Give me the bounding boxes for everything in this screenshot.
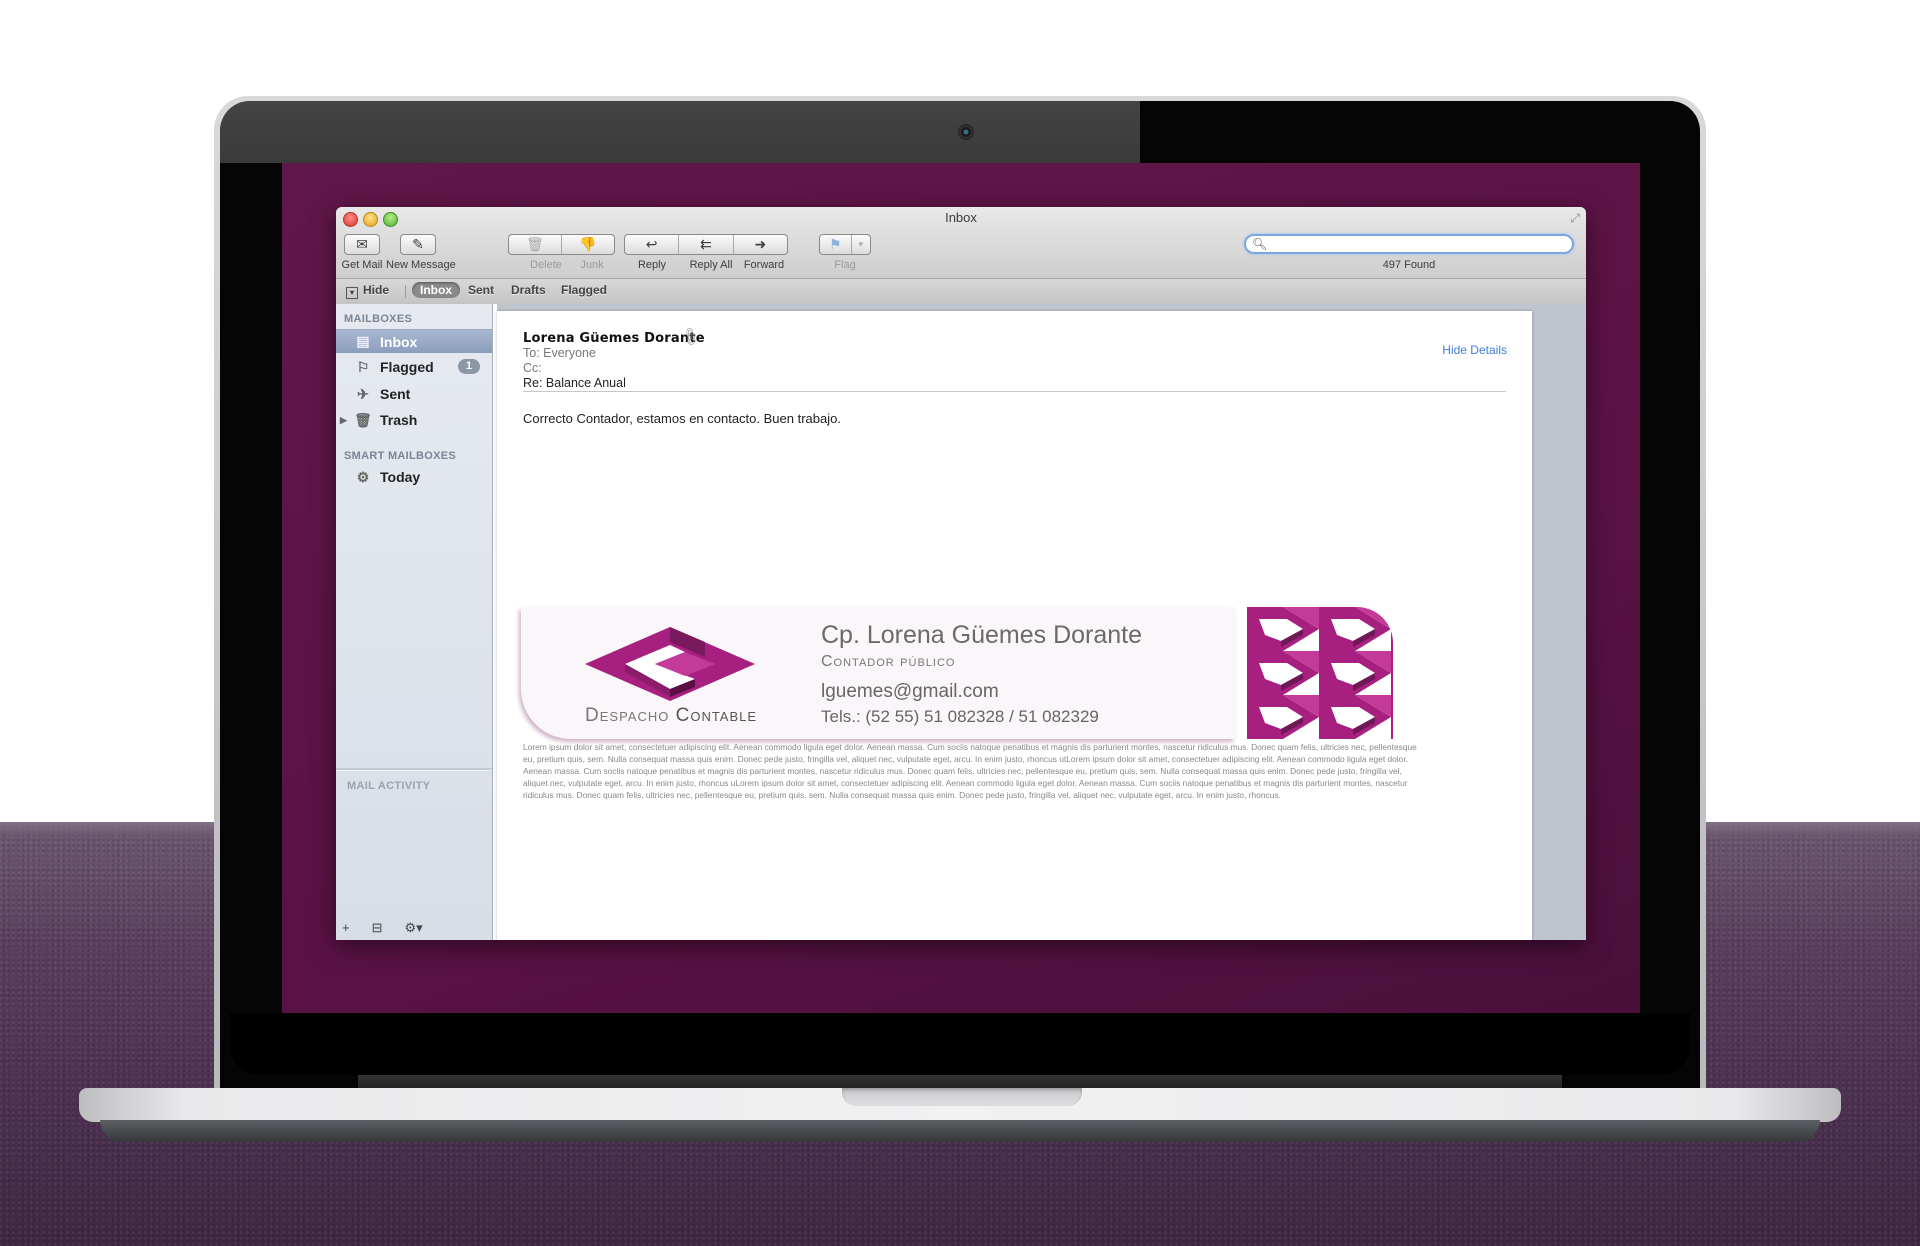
compose-icon: ✎ bbox=[412, 236, 424, 252]
trash-icon: 🗑 bbox=[526, 236, 544, 252]
message-pane: Lorena Güemes Dorante 📎︎ To: Everyone Cc… bbox=[497, 304, 1586, 940]
window-toolbar: Inbox ⤢ ✉ Get Mail ✎ New Message 🗑 👎 Del… bbox=[336, 207, 1586, 304]
lid-open-notch bbox=[842, 1088, 1082, 1106]
signature-email[interactable]: lguemes@gmail.com bbox=[821, 681, 999, 703]
window-title: Inbox bbox=[945, 210, 977, 225]
disclosure-triangle-icon[interactable]: ▶ bbox=[340, 415, 347, 426]
sidebar-item-label: Trash bbox=[380, 412, 418, 428]
reply-group: ↩ ⇇ ➜ bbox=[624, 234, 788, 255]
sidebar-item-label: Flagged bbox=[380, 359, 434, 375]
reply-label: Reply bbox=[637, 259, 667, 271]
thumbs-down-icon: 👎 bbox=[579, 236, 597, 252]
mailbox-sidebar: MAILBOXES ▤ Inbox ⚐ Flagged 1 ✈ Sent ▶ 🗑… bbox=[336, 304, 493, 940]
favorite-flagged[interactable]: Flagged bbox=[561, 283, 607, 297]
reply-all-icon: ⇇ bbox=[700, 236, 712, 252]
despacho-contable-logo bbox=[585, 627, 755, 701]
sidebar-item-inbox[interactable]: ▤ Inbox bbox=[336, 329, 492, 353]
mail-activity-header: MAIL ACTIVITY bbox=[347, 780, 431, 792]
flag-icon: ⚑ bbox=[820, 235, 852, 254]
signature-title: Contador público bbox=[821, 653, 956, 670]
flag-label: Flag bbox=[834, 259, 856, 271]
favorites-bar: ▾ Hide Inbox Sent Drafts Flagged bbox=[336, 278, 1586, 304]
message-view: Lorena Güemes Dorante 📎︎ To: Everyone Cc… bbox=[497, 311, 1532, 940]
signature-name: Cp. Lorena Güemes Dorante bbox=[821, 621, 1143, 649]
reply-button[interactable]: ↩ bbox=[625, 235, 680, 254]
search-input[interactable] bbox=[1266, 236, 1570, 254]
hide-details-link[interactable]: Hide Details bbox=[1442, 343, 1507, 357]
unread-badge: 1 bbox=[457, 359, 480, 374]
new-message-label: New Message bbox=[386, 259, 456, 271]
to-field: To: Everyone bbox=[523, 346, 596, 360]
flag-icon: ⚐ bbox=[356, 358, 370, 375]
fullscreen-icon[interactable]: ⤢ bbox=[1570, 211, 1580, 226]
get-mail-label: Get Mail bbox=[341, 259, 383, 271]
bezel-bottom bbox=[230, 1013, 1690, 1075]
subject-field: Re: Balance Anual bbox=[523, 376, 626, 390]
forward-label: Forward bbox=[743, 259, 785, 271]
envelope-icon: ✉ bbox=[356, 236, 368, 252]
sidebar-item-flagged[interactable]: ⚐ Flagged 1 bbox=[336, 355, 492, 379]
sidebar-item-today[interactable]: ⚙ Today bbox=[336, 465, 492, 489]
add-mailbox-button[interactable]: + bbox=[342, 920, 350, 936]
cc-field: Cc: bbox=[523, 361, 542, 375]
message-body: Correcto Contador, estamos en contacto. … bbox=[523, 411, 841, 426]
hide-icon[interactable]: ⊟ bbox=[372, 920, 383, 936]
mail-window: Inbox ⤢ ✉ Get Mail ✎ New Message 🗑 👎 Del… bbox=[336, 207, 1586, 940]
search-field[interactable]: 🔍︎ bbox=[1244, 234, 1574, 254]
sidebar-divider bbox=[336, 768, 492, 771]
sidebar-item-sent[interactable]: ✈ Sent bbox=[336, 382, 492, 406]
sidebar-item-label: Inbox bbox=[380, 333, 418, 350]
company-name: Despacho Contable bbox=[585, 705, 757, 727]
paper-plane-icon: ✈ bbox=[357, 385, 369, 402]
signature-legal-text: Lorem ipsum dolor sit amet, consectetuer… bbox=[523, 742, 1417, 800]
hide-label: Hide bbox=[363, 283, 390, 297]
favorite-sent[interactable]: Sent bbox=[468, 283, 494, 297]
search-result-count: 497 Found bbox=[1382, 259, 1436, 271]
bezel-glare bbox=[220, 101, 1140, 163]
delete-button[interactable]: 🗑 bbox=[509, 235, 562, 254]
trash-icon: 🗑 bbox=[354, 411, 372, 428]
reply-all-button[interactable]: ⇇ bbox=[679, 235, 734, 254]
signature-phones: Tels.: (52 55) 51 082328 / 51 082329 bbox=[821, 707, 1099, 726]
delete-label: Delete bbox=[530, 259, 562, 271]
sidebar-item-trash[interactable]: ▶ 🗑 Trash bbox=[336, 408, 492, 432]
sender-name: Lorena Güemes Dorante bbox=[523, 331, 705, 346]
company-name-second: Contable bbox=[675, 705, 758, 726]
sidebar-item-label: Today bbox=[380, 469, 421, 485]
hide-mailbox-list-button[interactable]: ▾ Hide bbox=[346, 283, 389, 299]
inbox-icon: ▤ bbox=[356, 333, 370, 349]
reply-all-label: Reply All bbox=[689, 259, 733, 271]
gear-icon: ⚙ bbox=[356, 468, 370, 485]
signature-pattern bbox=[1247, 607, 1393, 739]
junk-label: Junk bbox=[580, 259, 604, 271]
delete-junk-group: 🗑 👎 bbox=[508, 234, 615, 255]
new-message-button[interactable]: ✎ bbox=[400, 234, 436, 255]
chevron-down-icon[interactable]: ▾ bbox=[852, 235, 870, 254]
forward-icon: ➜ bbox=[754, 236, 767, 252]
company-name-first: Despacho bbox=[585, 705, 670, 726]
junk-button[interactable]: 👎 bbox=[562, 235, 614, 254]
get-mail-button[interactable]: ✉ bbox=[344, 234, 380, 255]
favorite-inbox[interactable]: Inbox bbox=[412, 282, 460, 298]
hide-icon: ▾ bbox=[346, 287, 358, 299]
header-divider bbox=[523, 391, 1506, 392]
reply-icon: ↩ bbox=[645, 236, 658, 252]
flag-button[interactable]: ⚑ ▾ bbox=[819, 234, 871, 255]
email-signature: Despacho Contable Cp. Lorena Güemes Dora… bbox=[521, 607, 1235, 739]
favorite-drafts[interactable]: Drafts bbox=[511, 283, 546, 297]
mailboxes-header: MAILBOXES bbox=[344, 313, 413, 325]
favorites-divider bbox=[405, 285, 406, 298]
sidebar-item-label: Sent bbox=[380, 386, 411, 402]
forward-button[interactable]: ➜ bbox=[734, 235, 787, 254]
gear-icon[interactable]: ⚙▾ bbox=[405, 920, 423, 936]
laptop-base-underside bbox=[100, 1120, 1820, 1142]
search-icon: 🔍︎ bbox=[1252, 237, 1268, 251]
smart-mailboxes-header: SMART MAILBOXES bbox=[344, 450, 457, 462]
sidebar-actions: + ⊟ ⚙▾ bbox=[342, 920, 423, 936]
camera-icon bbox=[958, 124, 974, 140]
pattern-graphic bbox=[1247, 607, 1393, 739]
